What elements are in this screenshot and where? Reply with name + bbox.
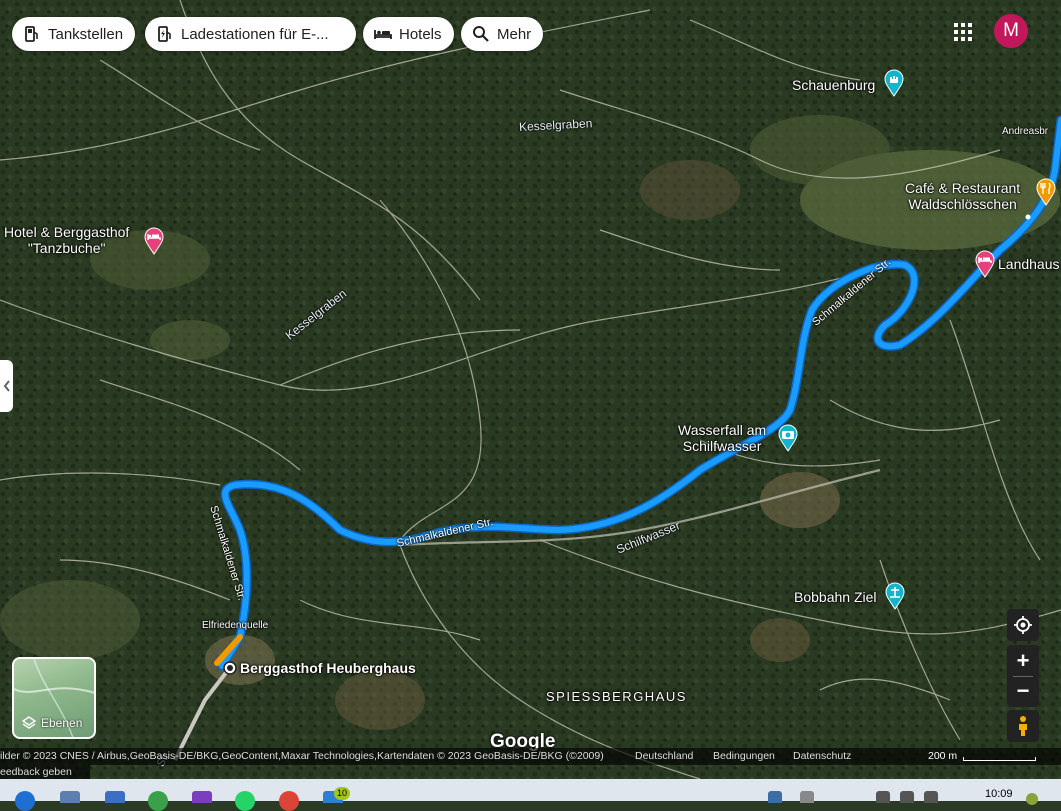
- landmark-pin-icon[interactable]: [885, 582, 905, 610]
- calendar-app-icon[interactable]: [105, 791, 125, 803]
- notification-icon[interactable]: [1026, 793, 1038, 805]
- castle-pin-icon[interactable]: [884, 69, 904, 97]
- filter-chip-hotels[interactable]: Hotels: [363, 17, 454, 51]
- map-imagery: [0, 0, 1061, 779]
- place-label-line: Hotel & Berggasthof: [4, 224, 130, 240]
- clock[interactable]: 10:09: [985, 788, 1013, 800]
- filter-chip-more[interactable]: Mehr: [461, 17, 544, 51]
- place-label-line: Wasserfall am: [678, 422, 767, 438]
- hotel-pin-icon[interactable]: [144, 227, 164, 255]
- search-icon: [473, 26, 489, 42]
- filter-chip-label: Tankstellen: [48, 25, 124, 43]
- place-label-cafe[interactable]: Café & Restaurant Waldschlösschen: [905, 180, 1020, 212]
- ev-charging-icon: [158, 26, 171, 42]
- chevron-left-icon: [3, 380, 10, 392]
- location-target-icon: [1014, 616, 1032, 634]
- zoom-out-button[interactable]: −: [1007, 677, 1039, 707]
- place-label-bobbahn[interactable]: Bobbahn Ziel: [794, 589, 877, 605]
- street-view-pegman-button[interactable]: [1007, 710, 1039, 742]
- gas-station-icon: [25, 26, 38, 42]
- filter-chip-label: Ladestationen für E-...: [181, 25, 329, 43]
- filter-chip-gas-stations[interactable]: Tankstellen: [12, 17, 136, 51]
- layers-button[interactable]: Ebenen: [12, 657, 96, 739]
- hotel-pin-icon[interactable]: [975, 250, 995, 278]
- whatsapp-icon[interactable]: [235, 791, 255, 811]
- taskbar: 10 10:09: [0, 779, 1061, 811]
- restaurant-pin-icon[interactable]: [1036, 178, 1056, 206]
- globe-app-icon[interactable]: [148, 791, 168, 811]
- feedback-link[interactable]: eedback geben: [0, 765, 90, 779]
- place-label-line: Schilfwasser: [682, 438, 762, 454]
- terms-link[interactable]: Bedingungen: [713, 748, 775, 765]
- layers-icon: [22, 716, 36, 729]
- imagery-attribution: ilder © 2023 CNES / Airbus,GeoBasis-DE/B…: [0, 750, 604, 762]
- mail-badge: 10: [334, 787, 351, 800]
- filter-chip-label: Mehr: [497, 25, 532, 43]
- chrome-icon[interactable]: [279, 791, 299, 811]
- place-label-schauenburg[interactable]: Schauenburg: [792, 77, 875, 93]
- file-app-icon[interactable]: [60, 791, 80, 803]
- place-label-line: Waldschlösschen: [908, 196, 1017, 212]
- camera-pin-icon[interactable]: [778, 424, 798, 452]
- destination-marker-icon[interactable]: [223, 661, 237, 675]
- tray-icon[interactable]: [800, 791, 814, 803]
- place-label-andreas[interactable]: Andreasbr: [1002, 124, 1048, 140]
- country-link[interactable]: Deutschland: [635, 748, 693, 765]
- attribution-bar: ilder © 2023 CNES / Airbus,GeoBasis-DE/B…: [0, 748, 1061, 765]
- bed-icon: [374, 30, 392, 39]
- tray-icon[interactable]: [768, 791, 782, 803]
- layers-label: Ebenen: [41, 716, 83, 730]
- pegman-icon: [1019, 716, 1027, 736]
- place-label-line: "Tanzbuche": [27, 240, 106, 256]
- place-label-hotel-tanzbuche[interactable]: Hotel & Berggasthof "Tanzbuche": [4, 224, 129, 256]
- zoom-controls: + −: [1007, 645, 1039, 707]
- place-label-waterfall[interactable]: Wasserfall am Schilfwasser: [678, 422, 766, 454]
- place-label-elfriedenquelle[interactable]: Elfriedenquelle: [202, 618, 268, 634]
- place-label-landhaus[interactable]: Landhaus: [998, 256, 1060, 272]
- collapse-panel-button[interactable]: [0, 360, 13, 412]
- scale-label[interactable]: 200 m: [928, 748, 957, 765]
- my-location-button[interactable]: [1007, 609, 1039, 641]
- satellite-map[interactable]: Tankstellen Ladestationen für E-... Hote…: [0, 0, 1061, 779]
- apps-grid-icon[interactable]: [953, 22, 973, 42]
- filter-chip-label: Hotels: [399, 25, 442, 43]
- avatar[interactable]: M: [994, 14, 1028, 48]
- tray-icon[interactable]: [876, 791, 890, 803]
- scale-bar: [963, 757, 1036, 761]
- destination-label[interactable]: Berggasthof Heuberghaus: [240, 660, 416, 676]
- zoom-in-button[interactable]: +: [1007, 646, 1039, 676]
- filter-chip-charging-stations[interactable]: Ladestationen für E-...: [145, 17, 356, 51]
- privacy-link[interactable]: Datenschutz: [793, 748, 851, 765]
- volume-icon[interactable]: [900, 791, 914, 803]
- area-label-spiessberghaus: SPIESSBERGHAUS: [546, 689, 687, 704]
- battery-icon[interactable]: [924, 791, 938, 803]
- place-label-line: Café & Restaurant: [905, 180, 1021, 196]
- visual-studio-icon[interactable]: [192, 791, 212, 803]
- browser-app-icon[interactable]: [15, 791, 35, 811]
